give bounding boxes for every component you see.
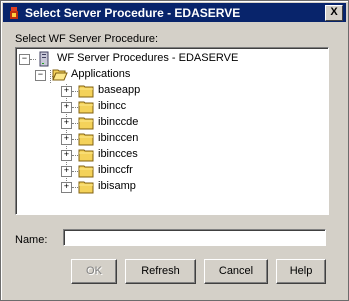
expand-icon[interactable]: +: [61, 134, 72, 145]
ok-button[interactable]: OK: [71, 259, 117, 284]
refresh-button[interactable]: Refresh: [125, 259, 196, 284]
tree-node-label: Applications: [71, 68, 131, 80]
dialog-window: Select Server Procedure - EDASERVE X Sel…: [0, 0, 349, 301]
expand-icon[interactable]: +: [61, 166, 72, 177]
folder-icon: [78, 117, 94, 130]
tree-connector: [30, 59, 36, 60]
expand-icon[interactable]: +: [61, 150, 72, 161]
window-title: Select Server Procedure - EDASERVE: [25, 6, 241, 20]
title-bar[interactable]: Select Server Procedure - EDASERVE X: [3, 3, 346, 22]
tree-node-label: WF Server Procedures - EDASERVE: [57, 52, 239, 64]
help-button[interactable]: Help: [276, 259, 326, 284]
cancel-button[interactable]: Cancel: [204, 259, 268, 284]
tree-node-app[interactable]: + baseapp: [16, 83, 316, 99]
tree-node-app[interactable]: + ibinccfr: [16, 163, 316, 179]
tree-node-label: ibinccen: [98, 132, 139, 144]
collapse-icon[interactable]: −: [35, 70, 46, 81]
tree-node-app[interactable]: + ibisamp: [16, 179, 316, 195]
procedure-tree[interactable]: − WF Server Procedures - EDASERVE − Appl…: [15, 47, 329, 215]
close-button[interactable]: X: [325, 5, 343, 21]
tree-node-app[interactable]: + ibincces: [16, 147, 316, 163]
app-icon: [10, 7, 18, 19]
tree-node-label: ibinccfr: [98, 164, 133, 176]
folder-icon: [78, 165, 94, 178]
folder-icon: [78, 133, 94, 146]
tree-node-label: ibinccde: [98, 116, 139, 128]
collapse-icon[interactable]: −: [19, 54, 30, 65]
tree-node-app[interactable]: + ibinccde: [16, 115, 316, 131]
folder-icon: [78, 149, 94, 162]
tree-node-label: ibincces: [98, 148, 138, 160]
tree-node-app[interactable]: + ibinccen: [16, 131, 316, 147]
open-folder-icon: [52, 69, 68, 81]
tree-node-label: ibisamp: [98, 180, 136, 192]
server-icon: [39, 51, 49, 67]
expand-icon[interactable]: +: [61, 86, 72, 97]
folder-icon: [78, 101, 94, 114]
folder-icon: [78, 85, 94, 98]
expand-icon[interactable]: +: [61, 182, 72, 193]
name-label: Name:: [15, 234, 48, 246]
expand-icon[interactable]: +: [61, 118, 72, 129]
folder-icon: [78, 181, 94, 194]
expand-icon[interactable]: +: [61, 102, 72, 113]
tree-label: Select WF Server Procedure:: [15, 33, 159, 45]
tree-node-root[interactable]: − WF Server Procedures - EDASERVE: [16, 51, 316, 67]
name-input[interactable]: [63, 229, 326, 246]
tree-node-label: baseapp: [98, 84, 141, 96]
tree-node-app[interactable]: + ibincc: [16, 99, 316, 115]
tree-node-applications[interactable]: − Applications: [16, 67, 316, 83]
tree-node-label: ibincc: [98, 100, 127, 112]
